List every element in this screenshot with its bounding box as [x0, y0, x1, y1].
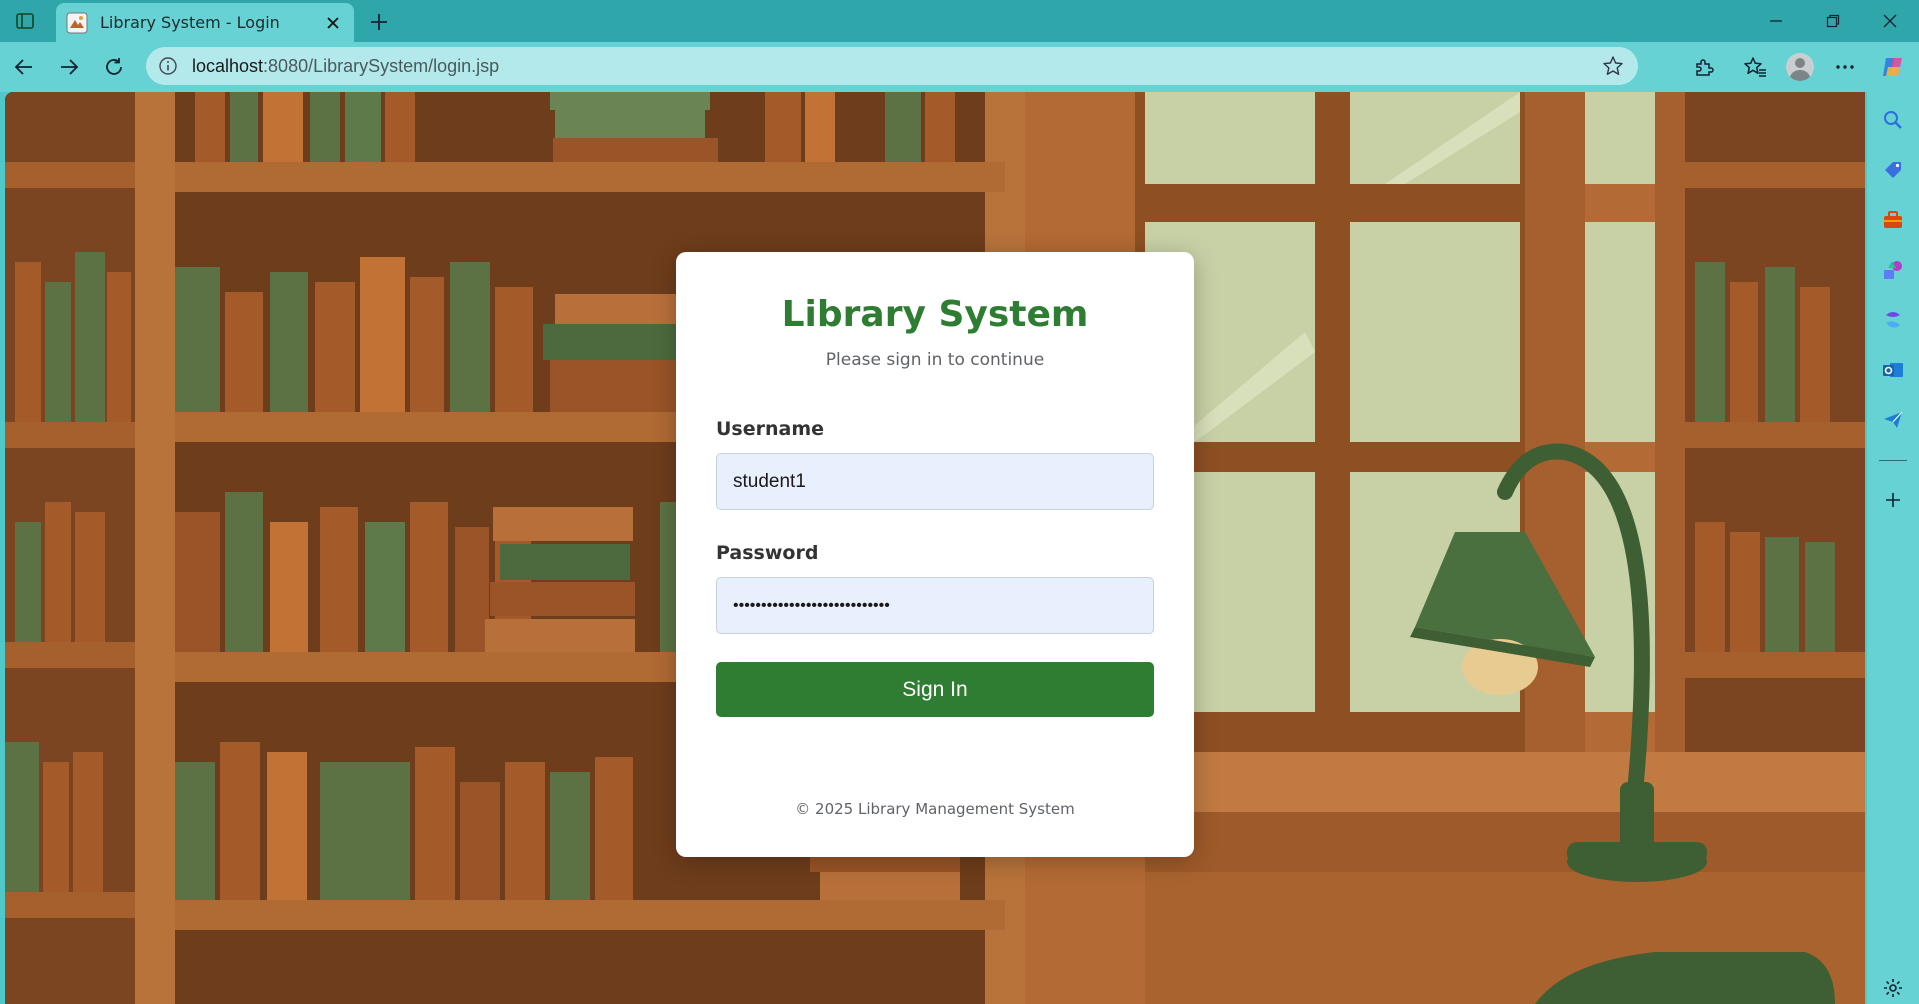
toolbox-icon: [1884, 211, 1902, 228]
page-viewport: Library System Please sign in to continu…: [5, 92, 1865, 1004]
site-info-icon[interactable]: [158, 56, 178, 76]
close-window-button[interactable]: [1861, 0, 1919, 42]
sidebar-tools-button[interactable]: [1879, 206, 1907, 234]
restore-icon: [1826, 14, 1840, 28]
tab-title: Library System - Login: [100, 13, 280, 32]
page-title: Library System: [781, 294, 1089, 335]
refresh-icon: [106, 58, 122, 75]
login-card: Library System Please sign in to continu…: [676, 252, 1194, 857]
tab-actions-menu-button[interactable]: [2, 0, 48, 42]
sidebar-games-button[interactable]: [1879, 256, 1907, 284]
settings-and-more-button[interactable]: [1827, 49, 1863, 85]
login-subtitle: Please sign in to continue: [825, 350, 1045, 370]
plus-icon: [371, 14, 387, 30]
sidebar-add-button[interactable]: [1879, 486, 1907, 514]
sidebar-outlook-button[interactable]: [1879, 356, 1907, 384]
tab-close-icon[interactable]: [322, 12, 344, 34]
sidebar-send-button[interactable]: [1879, 406, 1907, 434]
sidebar-divider: [1879, 460, 1907, 461]
close-icon: [1883, 14, 1897, 28]
browser-sidebar: [1867, 92, 1919, 1004]
favorite-star-icon[interactable]: [1602, 55, 1624, 77]
sidebar-shopping-button[interactable]: [1879, 156, 1907, 184]
browser-toolbar: localhost:8080/LibrarySystem/login.jsp: [0, 42, 1919, 92]
username-label: Username: [716, 418, 825, 440]
password-label: Password: [716, 542, 819, 564]
outlook-icon: [1883, 363, 1903, 377]
arrow-left-icon: [14, 59, 32, 75]
vertical-tabs-icon: [16, 13, 34, 29]
password-input[interactable]: [716, 577, 1154, 634]
favorites-icon: [1744, 57, 1766, 77]
address-bar[interactable]: localhost:8080/LibrarySystem/login.jsp: [146, 47, 1638, 85]
restore-button[interactable]: [1804, 0, 1862, 42]
puzzle-icon: [1696, 59, 1714, 76]
gear-icon: [1884, 979, 1902, 997]
arrow-right-icon: [61, 59, 79, 75]
sign-in-button[interactable]: Sign In: [716, 662, 1154, 717]
more-horizontal-icon: [1836, 65, 1854, 69]
minimize-button[interactable]: [1747, 0, 1805, 42]
back-button[interactable]: [6, 49, 42, 85]
search-icon: [1884, 111, 1902, 129]
refresh-button[interactable]: [96, 49, 132, 85]
profile-button[interactable]: [1782, 49, 1818, 85]
extensions-button[interactable]: [1686, 49, 1722, 85]
active-tab[interactable]: Library System - Login: [56, 3, 354, 42]
site-favicon-icon: [66, 12, 88, 33]
copyright-footer: © 2025 Library Management System: [795, 800, 1075, 818]
shopping-tag-icon: [1885, 162, 1901, 178]
avatar: [1786, 53, 1814, 81]
copilot-button[interactable]: [1875, 49, 1911, 85]
copilot-swirl-icon: [1886, 312, 1900, 328]
games-icon: [1884, 261, 1902, 279]
url-path: :8080/LibrarySystem/login.jsp: [263, 55, 500, 76]
tab-strip: Library System - Login: [0, 0, 1919, 42]
new-tab-button[interactable]: [362, 5, 396, 39]
username-input[interactable]: [716, 453, 1154, 510]
url-host: localhost: [192, 55, 264, 76]
minimize-icon: [1770, 20, 1782, 22]
sidebar-settings-button[interactable]: [1879, 974, 1907, 1002]
paper-plane-icon: [1884, 411, 1903, 428]
forward-button[interactable]: [51, 49, 87, 85]
favorites-button[interactable]: [1737, 49, 1773, 85]
sidebar-copilot-button[interactable]: [1879, 306, 1907, 334]
copilot-icon: [1883, 58, 1902, 76]
plus-icon: [1886, 493, 1900, 507]
sidebar-search-button[interactable]: [1879, 106, 1907, 134]
address-url: localhost:8080/LibrarySystem/login.jsp: [192, 56, 499, 77]
